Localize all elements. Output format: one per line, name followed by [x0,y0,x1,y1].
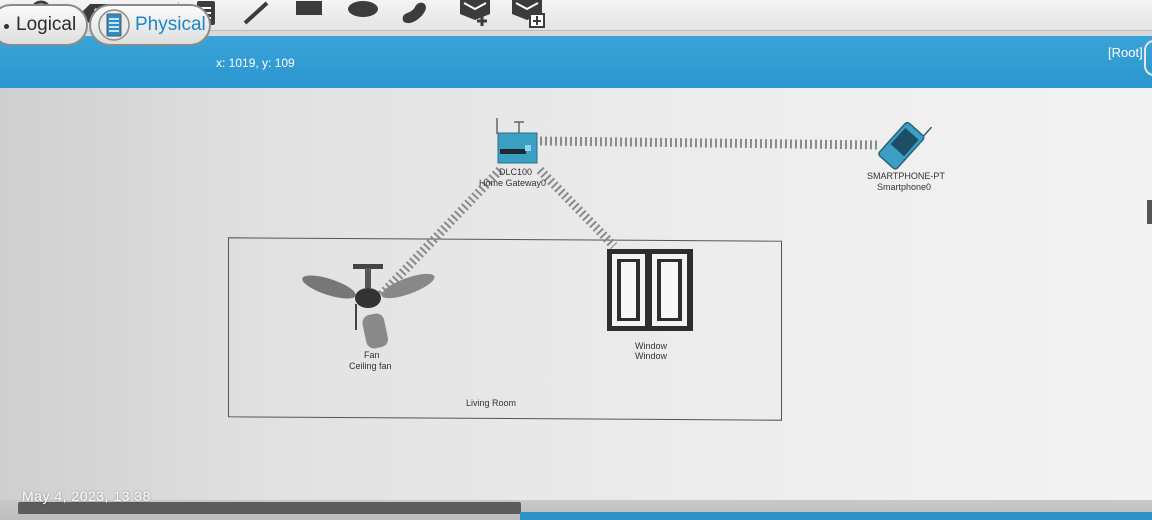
status-strip [520,512,1152,520]
window-model-label: Window [635,341,668,351]
smartphone-name-label: Smartphone0 [877,182,932,192]
gateway-model-label: DLC100 [499,167,533,177]
fan-name-label: Ceiling fan [349,361,392,371]
device-canvas [300,112,933,350]
gateway-name-label: Home Gateway0 [479,178,547,188]
photo-timestamp: May 4, 2023, 13:38 [22,488,151,504]
wireless-link-fan [376,166,504,300]
wireless-link-smartphone [539,136,881,150]
ceiling-fan-device[interactable] [300,264,437,350]
smartphone-device[interactable] [878,112,933,170]
window-name-label: Window [635,351,668,361]
vertical-scrollbar-thumb[interactable] [1147,200,1152,224]
window-device[interactable] [607,249,693,331]
wireless-link-window [536,166,618,250]
home-gateway-device[interactable] [496,118,538,164]
smartphone-model-label: SMARTPHONE-PT [867,171,945,181]
room-label: Living Room [466,398,517,408]
fan-model-label: Fan [364,350,380,360]
